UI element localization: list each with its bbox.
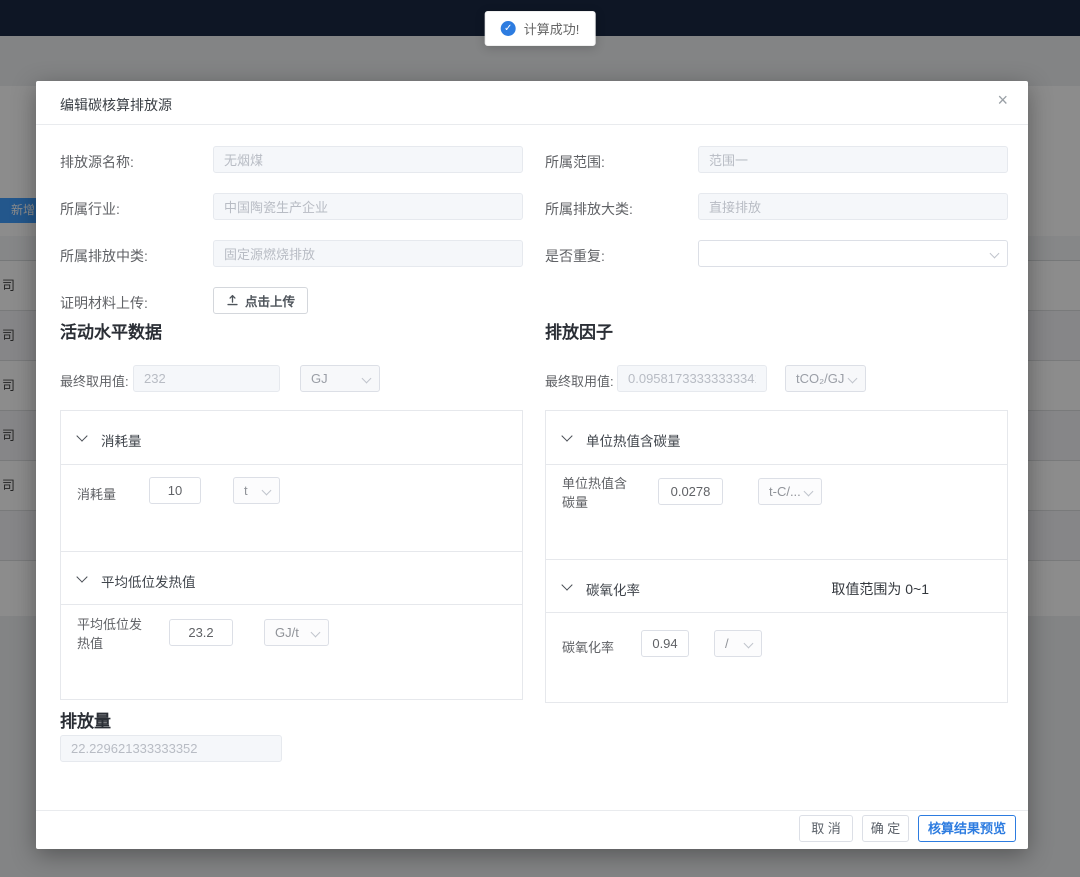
activity-section-title: 活动水平数据 xyxy=(60,318,162,343)
mid-category-input xyxy=(213,240,523,267)
close-icon[interactable]: × xyxy=(997,91,1008,109)
consumption-unit-select[interactable]: t xyxy=(233,477,280,504)
activity-final-input xyxy=(133,365,280,392)
factor-final-label: 最终取用值: xyxy=(545,371,614,390)
consumption-field-label: 消耗量 xyxy=(77,484,116,503)
factor-final-input xyxy=(617,365,767,392)
panel-title: 消耗量 xyxy=(101,430,142,450)
carbon-content-unit-select[interactable]: t-C/... xyxy=(758,478,822,505)
factor-panels-box: 单位热值含碳量 单位热值含碳量 t-C/... 碳氧化率 取值范围为 0~1 碳… xyxy=(545,410,1008,703)
heating-value-input[interactable] xyxy=(169,619,233,646)
panel-header-oxidation-rate[interactable]: 碳氧化率 取值范围为 0~1 xyxy=(546,559,1007,613)
panel-title: 单位热值含碳量 xyxy=(586,430,681,450)
chevron-down-icon xyxy=(990,249,1000,259)
upload-button[interactable]: 点击上传 xyxy=(213,287,308,314)
panel-title: 碳氧化率 xyxy=(586,579,640,599)
major-category-input xyxy=(698,193,1008,220)
upload-icon xyxy=(226,294,239,307)
cancel-button[interactable]: 取 消 xyxy=(799,815,853,842)
industry-label: 所属行业: xyxy=(60,199,120,219)
toast-message: 计算成功! xyxy=(524,19,580,38)
oxidation-rate-unit-select[interactable]: / xyxy=(714,630,762,657)
chevron-down-icon xyxy=(744,639,754,649)
factor-unit-select: tCO₂/GJ xyxy=(785,365,866,392)
heating-value-unit-value: GJ/t xyxy=(275,625,299,640)
activity-unit-value: GJ xyxy=(311,371,328,386)
oxidation-range-note: 取值范围为 0~1 xyxy=(831,579,929,599)
carbon-content-field-label: 单位热值含碳量 xyxy=(562,474,636,512)
scope-label: 所属范围: xyxy=(545,152,605,172)
major-category-label: 所属排放大类: xyxy=(545,199,633,219)
duplicate-label: 是否重复: xyxy=(545,246,605,266)
chevron-down-icon xyxy=(561,430,572,441)
screen: 新增 司 司 司 司 司 编辑碳核算排放源 × 排放源名称: 所属范围: 所属行… xyxy=(0,0,1080,877)
panel-header-heating-value[interactable]: 平均低位发热值 xyxy=(61,551,522,605)
confirm-button[interactable]: 确 定 xyxy=(862,815,909,842)
heating-value-unit-select[interactable]: GJ/t xyxy=(264,619,329,646)
chevron-down-icon xyxy=(311,628,321,638)
check-circle-icon: ✓ xyxy=(501,21,516,36)
source-name-label: 排放源名称: xyxy=(60,152,134,172)
consumption-input[interactable] xyxy=(149,477,201,504)
panel-header-consumption[interactable]: 消耗量 xyxy=(61,411,522,465)
mid-category-label: 所属排放中类: xyxy=(60,246,148,266)
oxidation-rate-input[interactable] xyxy=(641,630,689,657)
panel-title: 平均低位发热值 xyxy=(101,571,196,591)
heating-value-field-label: 平均低位发热值 xyxy=(77,615,151,653)
activity-panels-box: 消耗量 消耗量 t 平均低位发热值 平均低位发热值 GJ/t xyxy=(60,410,523,700)
factor-section-title: 排放因子 xyxy=(545,318,613,343)
oxidation-rate-unit-value: / xyxy=(725,636,729,651)
industry-input xyxy=(213,193,523,220)
emission-section-title: 排放量 xyxy=(60,707,111,732)
preview-result-button[interactable]: 核算结果预览 xyxy=(918,815,1016,842)
chevron-down-icon xyxy=(76,430,87,441)
upload-label: 证明材料上传: xyxy=(60,293,148,313)
chevron-down-icon xyxy=(804,487,814,497)
carbon-content-input[interactable] xyxy=(658,478,723,505)
oxidation-rate-field-label: 碳氧化率 xyxy=(562,637,614,656)
scope-input xyxy=(698,146,1008,173)
consumption-unit-value: t xyxy=(244,483,248,498)
chevron-down-icon xyxy=(561,579,572,590)
source-name-input xyxy=(213,146,523,173)
activity-final-label: 最终取用值: xyxy=(60,371,129,390)
chevron-down-icon xyxy=(848,374,858,384)
chevron-down-icon xyxy=(76,571,87,582)
duplicate-select[interactable] xyxy=(698,240,1008,267)
chevron-down-icon xyxy=(362,374,372,384)
emission-amount-input xyxy=(60,735,282,762)
edit-emission-source-dialog: 编辑碳核算排放源 × 排放源名称: 所属范围: 所属行业: 所属排放大类: 所属… xyxy=(36,81,1028,849)
upload-button-label: 点击上传 xyxy=(245,291,295,310)
chevron-down-icon xyxy=(262,486,272,496)
success-toast: ✓ 计算成功! xyxy=(485,11,596,46)
dialog-header: 编辑碳核算排放源 × xyxy=(36,81,1028,125)
footer-divider xyxy=(36,810,1028,811)
carbon-content-unit-value: t-C/... xyxy=(769,484,801,499)
panel-header-carbon-content[interactable]: 单位热值含碳量 xyxy=(546,411,1007,465)
activity-unit-select: GJ xyxy=(300,365,380,392)
dialog-title: 编辑碳核算排放源 xyxy=(60,95,172,115)
factor-unit-value: tCO₂/GJ xyxy=(796,371,844,386)
